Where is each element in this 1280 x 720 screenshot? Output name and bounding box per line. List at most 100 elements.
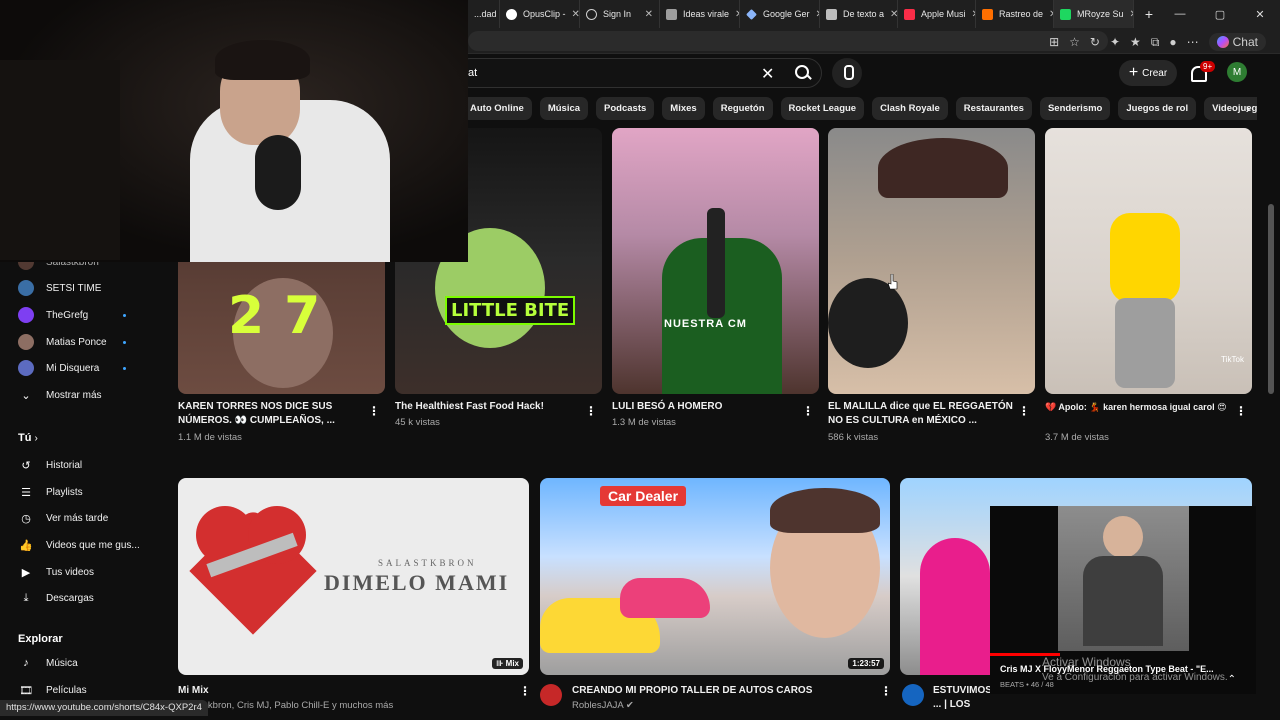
tab-partial[interactable]: ...dad ✕	[468, 0, 500, 28]
chip-podcasts[interactable]: Podcasts	[596, 97, 655, 120]
plus-icon: +	[1128, 64, 1139, 81]
tab-mroyze-active[interactable]: MRoyze Su✕	[1054, 0, 1134, 28]
tab-close-icon[interactable]: ✕	[645, 9, 653, 20]
sidebar-sub-thegrefg[interactable]: TheGrefg	[18, 305, 148, 325]
maximize-icon[interactable]: ▢	[1200, 8, 1240, 21]
video-thumbnail[interactable]: SALASTKBRON DIMELO MAMI ⊪ Mix	[178, 478, 529, 675]
thumbs-up-icon: 👍	[19, 539, 33, 552]
account-avatar[interactable]: M	[1227, 62, 1247, 82]
more-menu-icon[interactable]: ⋯	[1187, 35, 1199, 49]
more-options-icon[interactable]: ⋮	[368, 404, 380, 418]
create-button[interactable]: + Crear	[1119, 60, 1177, 86]
activation-line-1: Activar Windows	[1042, 655, 1131, 669]
chip-mixes[interactable]: Mixes	[662, 97, 705, 120]
app-available-icon[interactable]: ⊞	[1049, 35, 1059, 49]
scrollbar-thumb[interactable]	[1268, 204, 1274, 394]
tab-rastreo[interactable]: Rastreo de✕	[976, 0, 1054, 28]
short-views: 45 k vistas	[395, 417, 440, 428]
search-query[interactable]: at	[468, 67, 477, 79]
sidebar-item-downloads[interactable]: ⤓ Descargas	[18, 588, 148, 608]
chip-musica[interactable]: Música	[539, 97, 589, 120]
short-title[interactable]: 💔 Apolo: 💃 karen hermosa igual carol 😍	[1045, 400, 1230, 414]
short-views: 1.1 M de vistas	[178, 432, 242, 443]
sidebar-item-label: Mi Disquera	[46, 362, 100, 374]
sidebar-sub-matias-ponce[interactable]: Matias Ponce	[18, 332, 148, 352]
short-thumbnail[interactable]	[828, 128, 1035, 394]
chevron-up-icon[interactable]: ⌃	[1228, 674, 1236, 685]
sidebar-item-your-videos[interactable]: ▶ Tus videos	[18, 562, 148, 582]
extensions-icon[interactable]: ✦	[1110, 35, 1120, 49]
tiktok-watermark: TikTok	[1221, 355, 1244, 364]
video-title[interactable]: ESTUVIMOS ... | LOS POLINESIOS	[933, 684, 993, 712]
search-input[interactable]: at ✕	[455, 58, 822, 88]
channel-avatar	[18, 334, 34, 350]
short-thumbnail[interactable]: TikTok	[1045, 128, 1252, 394]
tab-de-texto[interactable]: De texto a ✕	[820, 0, 898, 28]
short-title[interactable]: KAREN TORRES NOS DICE SUS NÚMEROS. 👀 CUM…	[178, 400, 358, 428]
mini-player-video[interactable]	[1058, 506, 1189, 651]
favorite-star-icon[interactable]: ☆	[1069, 35, 1080, 49]
channel-avatar[interactable]	[902, 684, 924, 706]
chip-rocket-league[interactable]: Rocket League	[780, 97, 865, 120]
tab-google-gemini[interactable]: Google Ger✕	[740, 0, 820, 28]
more-options-icon[interactable]: ⋮	[1018, 404, 1030, 418]
sidebar-item-music[interactable]: ♪ Música	[18, 653, 148, 673]
tab-opusclip[interactable]: OpusClip - ✕	[500, 0, 580, 28]
more-options-icon[interactable]: ⋮	[802, 404, 814, 418]
sidebar-show-more[interactable]: ⌄ Mostrar más	[18, 385, 148, 405]
chip-senderismo[interactable]: Senderismo	[1039, 97, 1111, 120]
sidebar-item-liked-videos[interactable]: 👍 Videos que me gus...	[18, 535, 148, 555]
clear-search-icon[interactable]: ✕	[761, 64, 774, 84]
sidebar-sub-mi-disquera[interactable]: Mi Disquera	[18, 358, 148, 378]
short-title[interactable]: LULI BESÓ A HOMERO	[612, 400, 792, 414]
page-scrollbar[interactable]	[1266, 54, 1276, 720]
chevron-right-icon: ›	[34, 433, 38, 444]
voice-search-mic-icon[interactable]	[832, 58, 862, 88]
sidebar-you-header[interactable]: Tú ›	[18, 432, 38, 444]
sidebar-item-label: TheGrefg	[46, 309, 89, 321]
tab-close-icon[interactable]: ✕	[890, 9, 897, 20]
video-title[interactable]: CREANDO MI PROPIO TALLER DE AUTOS CAROS	[572, 684, 872, 698]
tab-apple-music[interactable]: Apple Musi✕	[898, 0, 976, 28]
tab-close-icon[interactable]: ✕	[572, 9, 579, 20]
close-window-icon[interactable]: ✕	[1240, 8, 1280, 21]
chip-clash-royale[interactable]: Clash Royale	[872, 97, 948, 120]
sidebar-item-movies[interactable]: 🎞 Películas	[18, 680, 148, 700]
minimize-icon[interactable]: —	[1160, 8, 1200, 20]
tab-ideas-virales[interactable]: Ideas virale✕	[660, 0, 740, 28]
gemini-favicon-icon	[746, 8, 757, 20]
more-options-icon[interactable]: ⋮	[1235, 404, 1247, 418]
chip-restaurantes[interactable]: Restaurantes	[955, 97, 1032, 120]
sidebar-sub-setsi-time[interactable]: SETSI TIME	[18, 278, 148, 298]
sidebar-item-playlists[interactable]: ☰ Playlists	[18, 482, 148, 502]
favorites-icon[interactable]: ★	[1130, 35, 1141, 49]
sidebar-item-historial[interactable]: ↺ Historial	[18, 455, 148, 475]
more-options-icon[interactable]: ⋮	[519, 684, 531, 698]
video-thumbnail[interactable]: Car Dealer 1:23:57	[540, 478, 890, 675]
short-title[interactable]: The Healthiest Fast Food Hack!	[395, 400, 575, 414]
chip-next-chevron-icon[interactable]: ›	[1238, 98, 1258, 118]
more-options-icon[interactable]: ⋮	[585, 404, 597, 418]
copilot-chat-button[interactable]: Chat	[1208, 33, 1266, 51]
collections-icon[interactable]: ⧉	[1151, 35, 1160, 50]
video-title[interactable]: Mi Mix	[178, 684, 498, 698]
tracking-favicon-icon	[982, 8, 993, 20]
address-bar[interactable]	[468, 31, 1108, 51]
short-overlay-text: LITTLE BITE	[445, 296, 576, 325]
video-channel[interactable]: RoblesJAJA ✔	[572, 700, 634, 711]
profile-icon[interactable]: ●	[1169, 35, 1176, 49]
chip-auto-online[interactable]: Auto Online	[462, 97, 532, 120]
tab-sign-in[interactable]: Sign In ✕	[580, 0, 660, 28]
download-icon: ⤓	[23, 591, 29, 604]
person-head-shape	[1103, 516, 1143, 558]
more-options-icon[interactable]: ⋮	[880, 684, 892, 698]
refresh-icon[interactable]: ↻	[1090, 35, 1100, 49]
channel-avatar[interactable]	[540, 684, 562, 706]
short-title[interactable]: EL MALILLA dice que EL REGGAETÓN NO ES C…	[828, 400, 1013, 428]
raincoat-shape	[920, 538, 990, 675]
chip-regueton[interactable]: Reguetón	[712, 97, 773, 120]
chip-juegos-de-rol[interactable]: Juegos de rol	[1118, 97, 1197, 120]
search-icon[interactable]	[794, 64, 812, 82]
sidebar-item-watch-later[interactable]: ◷ Ver más tarde	[18, 508, 148, 528]
short-thumbnail[interactable]: NUESTRA CM	[612, 128, 819, 394]
